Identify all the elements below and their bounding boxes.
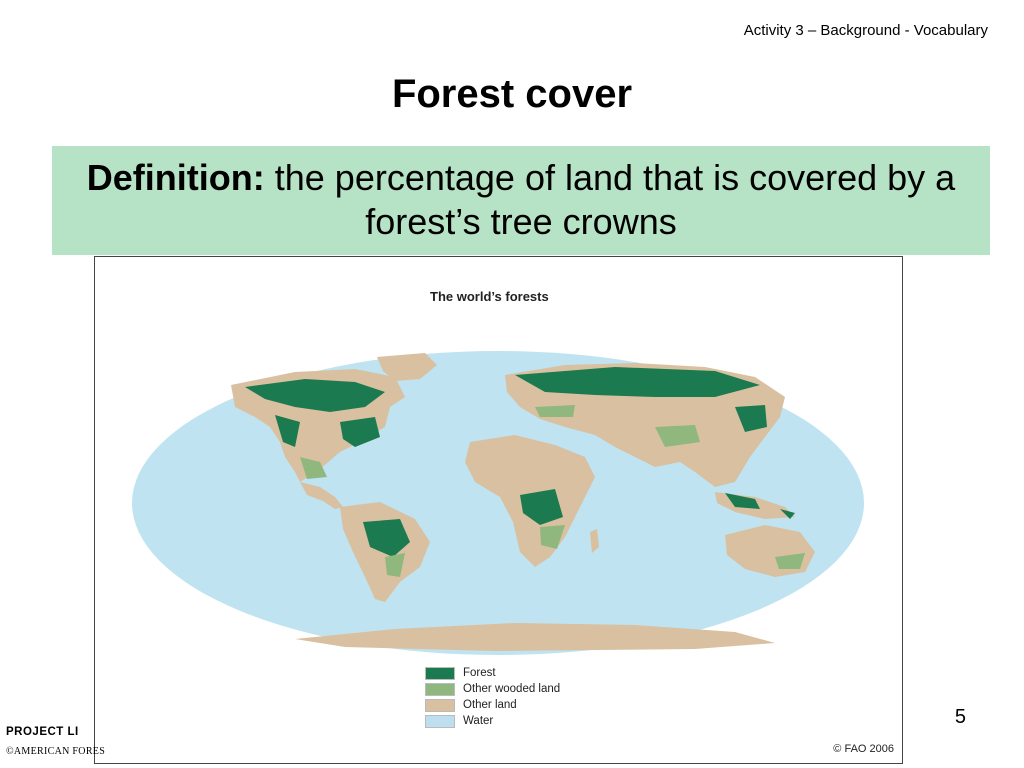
activity-tag: Activity 3 – Background - Vocabulary xyxy=(743,22,988,39)
slide-title: Forest cover xyxy=(391,72,633,116)
footer-logo: PROJECT LI xyxy=(6,726,79,738)
footer-subtext: ©AMERICAN FORES xyxy=(6,746,106,757)
legend-swatch-forest xyxy=(425,666,455,680)
definition-label: Definition: xyxy=(86,157,265,198)
page-number: 5 xyxy=(954,706,966,728)
legend-label: Other wooded land xyxy=(463,683,561,695)
legend-item-water: Water xyxy=(425,713,560,729)
legend-swatch-water xyxy=(425,714,455,728)
legend-label: Water xyxy=(463,715,494,727)
map-copyright: © FAO 2006 xyxy=(833,743,894,755)
definition-box: Definition: the percentage of land that … xyxy=(52,146,990,255)
map-legend: Forest Other wooded land Other land Wate… xyxy=(425,665,560,729)
definition-text: the percentage of land that is covered b… xyxy=(264,157,956,242)
legend-item-other-wooded-land: Other wooded land xyxy=(425,681,560,697)
legend-label: Other land xyxy=(463,699,517,711)
legend-swatch-other-land xyxy=(425,698,455,712)
world-forest-map: The world’s forests Forest Other wooded … xyxy=(94,256,903,764)
legend-label: Forest xyxy=(463,667,496,679)
legend-swatch-other-wooded-land xyxy=(425,682,455,696)
legend-item-forest: Forest xyxy=(425,665,560,681)
legend-item-other-land: Other land xyxy=(425,697,560,713)
